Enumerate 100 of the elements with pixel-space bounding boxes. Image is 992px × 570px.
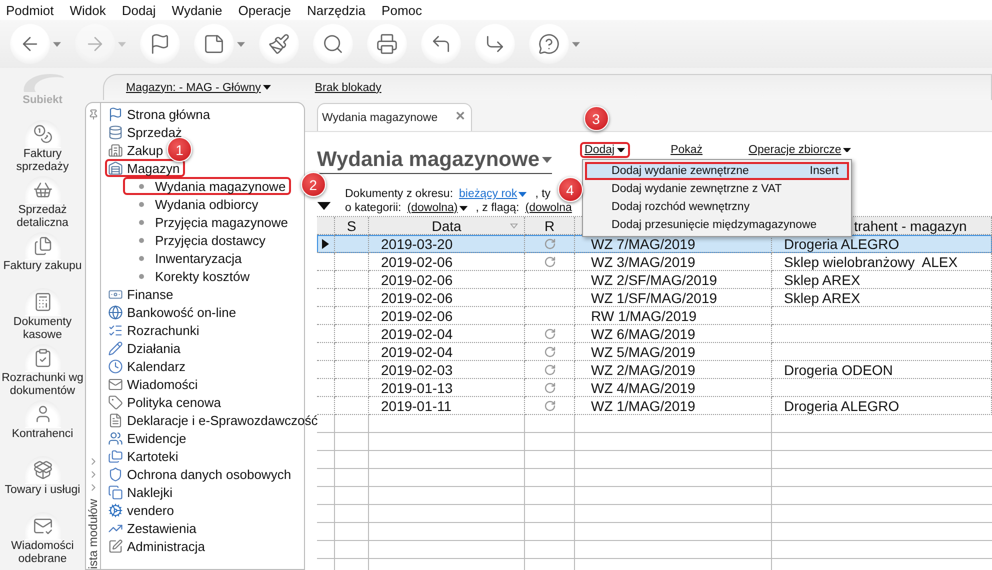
document-icon [108, 412, 123, 428]
menu-option[interactable]: Dodaj przesunięcie międzymagazynowe [584, 216, 849, 234]
nav-item[interactable]: Naklejki [105, 483, 178, 501]
module-button[interactable]: Dokumenty kasowe [0, 288, 85, 344]
table-cell: 2019-01-11 [381, 398, 452, 414]
table-row[interactable]: 2019-02-04 WZ 6/MAG/2019 [317, 325, 992, 343]
table-row[interactable]: 2019-03-20 WZ 7/MAG/2019 Drogeria ALEGRO [317, 235, 992, 253]
module-button[interactable]: Kontrahenci [0, 400, 85, 456]
action-link[interactable]: Operacje zbiorcze [744, 142, 856, 158]
page-title[interactable]: Wydania magazynowe [317, 140, 552, 174]
building-icon [108, 142, 123, 158]
nav-item[interactable]: Przyjęcia dostawcy [123, 231, 271, 249]
menu-item[interactable]: Wydanie [172, 2, 222, 18]
toolbar-button[interactable] [367, 24, 407, 64]
nav-item[interactable]: Rozrachunki [105, 321, 204, 339]
module-button[interactable]: Rozrachunki wg dokumentów [0, 344, 85, 400]
caret-icon [616, 148, 625, 152]
toolbar-button[interactable] [421, 24, 461, 64]
menu-item[interactable]: Operacje [238, 2, 292, 18]
toolbar-button[interactable] [313, 24, 353, 64]
nav-item[interactable]: Wydania magazynowe [123, 177, 291, 195]
table-row[interactable]: 2019-02-03 WZ 2/MAG/2019 Drogeria ODEON [317, 361, 992, 379]
column-header[interactable]: Data [432, 218, 462, 234]
table-cell: 2019-02-06 [381, 308, 453, 324]
table-cell: WZ 2/SF/MAG/2019 [591, 272, 718, 288]
table-row[interactable]: 2019-02-06 WZ 1/SF/MAG/2019 Sklep AREX [317, 289, 992, 307]
menu-option[interactable]: Dodaj wydanie zewnętrzne z VAT [584, 180, 849, 198]
nav-item[interactable]: Działania [105, 339, 186, 357]
caret-icon [572, 42, 580, 46]
edit-icon [108, 538, 123, 554]
toolbar-button[interactable] [140, 24, 180, 64]
menu-item[interactable]: Pomoc [382, 2, 422, 18]
nav-item[interactable]: Wiadomości [105, 375, 203, 393]
nav-item[interactable]: Ewidencje [105, 429, 192, 447]
nav-item[interactable]: Finanse [105, 285, 178, 303]
nav-item[interactable]: Korekty kosztów [123, 267, 255, 285]
module-button[interactable]: Sprzedaż detaliczna [0, 176, 85, 232]
refresh-icon [544, 400, 556, 412]
nav-item[interactable]: vendero [105, 501, 179, 519]
nav-item[interactable]: Wydania odbiorcy [123, 195, 264, 213]
table-row[interactable]: 2019-02-06 RW 1/MAG/2019 [317, 307, 992, 325]
module-button[interactable]: Towary i usługi [0, 456, 85, 512]
nav-item[interactable]: Polityka cenowa [105, 393, 226, 411]
column-header[interactable]: trahent - magazyn [854, 218, 967, 234]
document-tab[interactable]: Wydania magazynowe × [317, 103, 472, 131]
table-row[interactable]: 2019-01-13 WZ 4/MAG/2019 [317, 379, 992, 397]
paintbrush-icon [268, 33, 290, 55]
nav-item[interactable]: Kartoteki [105, 447, 184, 465]
menu-option[interactable]: Dodaj wydanie zewnętrzne Insert [584, 162, 849, 180]
module-button[interactable]: Faktury sprzedaży [0, 120, 85, 176]
filter-dropdown[interactable]: (dowolna [525, 202, 572, 214]
nav-item[interactable]: Zakup [105, 141, 168, 159]
search-icon [322, 33, 344, 55]
menu-item[interactable]: Dodaj [122, 2, 156, 18]
users-icon [108, 430, 123, 446]
nav-item[interactable]: Strona główna [105, 105, 216, 123]
menu-item[interactable]: Narzędzia [307, 2, 366, 18]
toolbar-button[interactable] [10, 24, 61, 64]
collapse-toggle-icon[interactable] [317, 202, 331, 210]
table-cell: 2019-01-13 [381, 380, 453, 396]
filter-dropdown[interactable]: bieżący rok [459, 188, 528, 200]
table-cell: 2019-02-06 [381, 272, 453, 288]
module-button[interactable]: Wiadomości odebrane [0, 512, 85, 568]
lock-link[interactable]: Brak blokady [314, 82, 382, 94]
table-row[interactable]: 2019-01-11 WZ 1/MAG/2019 Drogeria ALEGRO [317, 397, 992, 415]
menu-item[interactable]: Podmiot [6, 2, 54, 18]
bullet-icon [139, 274, 144, 278]
action-link[interactable]: Pokaż [666, 142, 708, 158]
close-icon[interactable]: × [456, 112, 465, 122]
table-row[interactable]: 2019-02-06 WZ 2/SF/MAG/2019 Sklep AREX [317, 271, 992, 289]
menu-option[interactable]: Dodaj rozchód wewnętrzny [584, 198, 849, 216]
table-cell: WZ 6/MAG/2019 [591, 326, 696, 342]
toolbar-button[interactable] [259, 24, 299, 64]
table-cell: WZ 2/MAG/2019 [591, 362, 696, 378]
nav-item[interactable]: Kalendarz [105, 357, 191, 375]
nav-item[interactable]: Przyjęcia magazynowe [123, 213, 293, 231]
column-header[interactable]: S [346, 218, 356, 234]
nav-item[interactable]: Administracja [105, 537, 210, 555]
warehouse-selector[interactable]: Magazyn: - MAG - Główny [126, 82, 271, 94]
filter-dropdown[interactable]: (dowolna) [407, 202, 468, 214]
clock-icon [108, 358, 123, 374]
bullet-icon [139, 238, 144, 242]
nav-item[interactable]: Bankowość on-line [105, 303, 242, 321]
corner-arrow-icon [430, 33, 452, 55]
caret-icon [542, 157, 552, 163]
table-cell: 2019-02-04 [381, 326, 453, 342]
menu-item[interactable]: Widok [70, 2, 106, 18]
toolbar-button[interactable] [529, 24, 580, 64]
nav-item[interactable]: Zestawienia [105, 519, 202, 537]
table-row[interactable]: 2019-02-06 WZ 3/MAG/2019 Sklep wielobranżowy ALEX [317, 253, 992, 271]
nav-item[interactable]: Ochrona danych osobowych [105, 465, 296, 483]
nav-item[interactable]: Inwentaryzacja [123, 249, 247, 267]
table-cell: Drogeria ODEON [784, 362, 893, 378]
table-cell: Sklep wielobranżowy ALEX [784, 254, 958, 270]
refresh-icon [544, 328, 556, 340]
module-button[interactable]: Faktury zakupu [0, 232, 85, 288]
table-row[interactable]: 2019-02-04 WZ 5/MAG/2019 [317, 343, 992, 361]
toolbar-button[interactable] [475, 24, 515, 64]
toolbar-button[interactable] [194, 24, 245, 64]
column-header[interactable]: R [544, 218, 555, 234]
